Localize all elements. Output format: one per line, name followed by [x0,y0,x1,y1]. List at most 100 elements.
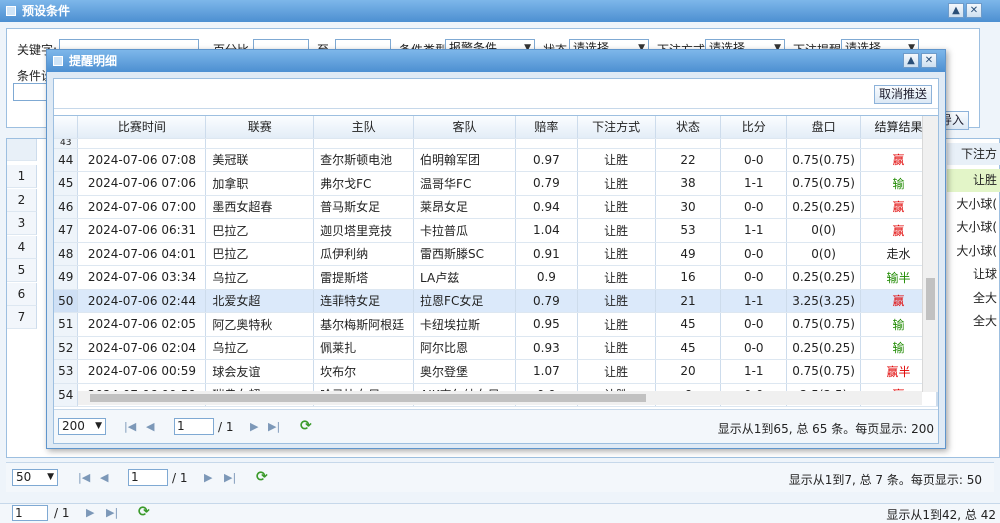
refresh-icon[interactable]: ⟳ [256,469,268,485]
outer-row-bet[interactable]: 让球 [947,263,1000,286]
outer-row-bet[interactable]: 大小球( [947,193,1000,216]
cell-home: 坎布尔 [313,359,415,384]
cell-bet: 让胜 [577,148,656,172]
cell-home: 迦贝塔里竞技 [313,218,415,243]
cell-league: 巴拉乙 [205,242,315,266]
next-page-icon[interactable]: ▶ [250,420,258,433]
table-row[interactable]: 51 2024-07-06 02:05 阿乙奥特秋 基尔梅斯阿根廷 卡纽埃拉斯 0.95 让… [54,312,938,337]
table-row[interactable]: 48 2024-07-06 04:01 巴拉乙 瓜伊利纳 雷西斯滕SC 0.91 让胜 49 0… [54,242,938,266]
table-row[interactable]: 50 2024-07-06 02:44 北爱女超 连菲特女足 拉恩FC女足 0.79 让胜 2… [54,289,938,313]
dialog-page-input[interactable]: 1 [174,418,214,435]
dialog-title-bar[interactable]: 提醒明细 ▲ ✕ [47,50,945,72]
cell-league: 阿乙奥特秋 [205,312,315,337]
cell-away: 温哥华FC [413,171,516,196]
cell-bet: 让胜 [577,242,656,266]
last-page-icon[interactable]: ▶| [106,506,118,519]
outer-row-number: 1 [7,165,37,188]
last-page-icon[interactable]: ▶| [224,471,236,484]
outer-row-bet[interactable]: 大小球( [947,240,1000,263]
outer-page-total: / 1 [172,471,188,485]
table-row[interactable]: 49 2024-07-06 03:34 乌拉乙 雷提斯塔 LA卢兹 0.9 让胜 16 0-0 0… [54,265,938,290]
last-page-icon[interactable]: ▶| [268,420,280,433]
table-cell [577,138,656,149]
outer-row-bet[interactable]: 全大 [947,310,1000,333]
row-number: 46 [54,195,79,219]
column-header[interactable]: 状态 [655,116,722,139]
dialog-pager: 200 ▼ |◀ ◀ 1 / 1 ▶ ▶| ⟳ 显示从1到65, 总 65 条。每… [54,409,938,443]
cell-score: 0-0 [720,148,788,172]
outer-row-bet[interactable]: 全大 [947,287,1000,310]
bottom-page-input[interactable]: 1 [12,505,48,521]
row-number: 54 [54,383,79,407]
table-row[interactable]: 52 2024-07-06 02:04 乌拉乙 佩莱扎 阿尔比恩 0.93 让胜 45 0-0 0… [54,336,938,360]
cell-status: 45 [655,336,722,360]
cell-home: 瓜伊利纳 [313,242,415,266]
cell-away: 雷西斯滕SC [413,242,516,266]
cell-odds: 1.04 [515,218,578,243]
first-page-icon[interactable]: |◀ [78,471,90,484]
vertical-scrollbar[interactable] [922,116,938,392]
refresh-icon[interactable]: ⟳ [300,418,312,434]
dialog-close-button[interactable]: ✕ [921,53,937,68]
column-header[interactable]: 盘口 [786,116,862,139]
table-row[interactable]: 43 [54,138,938,149]
next-page-icon[interactable]: ▶ [86,506,94,519]
dialog-minimize-button[interactable]: ▲ [903,53,919,68]
outer-row-bet[interactable]: 大小球( [947,216,1000,239]
column-header[interactable]: 比赛时间 [77,116,207,139]
cell-odds: 0.94 [515,195,578,219]
column-header[interactable]: 比分 [720,116,788,139]
refresh-icon[interactable]: ⟳ [138,504,150,520]
cell-line: 0.75(0.75) [786,312,862,337]
cell-away: 卡纽埃拉斯 [413,312,516,337]
first-page-icon[interactable]: |◀ [124,420,136,433]
prev-page-icon[interactable]: ◀ [146,420,154,433]
column-header[interactable]: 主队 [313,116,415,139]
horizontal-scrollbar[interactable] [78,391,922,405]
prev-page-icon[interactable]: ◀ [100,471,108,484]
table-row[interactable]: 44 2024-07-06 07:08 美冠联 查尔斯顿电池 伯明翰军团 0.97 让胜 22… [54,148,938,172]
detail-grid: 比赛时间 联赛 主队 客队 赔率 下注方式 状态 比分 盘口 结算结果 43 44 2024-07-0… [54,115,938,407]
cell-score: 1-1 [720,359,788,384]
cell-bet: 让胜 [577,195,656,219]
column-header[interactable]: 下注方式 [577,116,656,139]
cell-league: 墨西女超春 [205,195,315,219]
dialog-pager-info: 显示从1到65, 总 65 条。每页显示: 200 [717,422,934,436]
next-page-icon[interactable]: ▶ [204,471,212,484]
outer-title-bar[interactable]: 预设条件 ▲ ✕ [0,0,1000,22]
row-number: 43 [54,138,79,149]
cell-odds: 0.91 [515,242,578,266]
outer-page-input[interactable]: 1 [128,469,168,486]
cell-line: 0.75(0.75) [786,171,862,196]
row-number: 48 [54,242,79,266]
column-header[interactable]: 联赛 [205,116,315,139]
cell-home: 普马斯女足 [313,195,415,219]
table-row[interactable]: 46 2024-07-06 07:00 墨西女超春 普马斯女足 莱昂女足 0.94 让胜 30… [54,195,938,219]
cell-bet: 让胜 [577,218,656,243]
dialog-body: 取消推送 比赛时间 联赛 主队 客队 赔率 下注方式 状态 比分 盘口 结算结果 43 44 2024… [53,78,939,444]
table-cell [313,138,415,149]
cell-league: 美冠联 [205,148,315,172]
column-header[interactable]: 客队 [413,116,516,139]
horizontal-scroll-thumb[interactable] [90,394,646,402]
cancel-push-button[interactable]: 取消推送 [873,85,932,104]
outer-page-size-select[interactable]: 50 ▼ [12,469,58,486]
cell-league: 乌拉乙 [205,265,315,290]
outer-row-bet[interactable]: 让胜 [947,169,1000,192]
cell-status: 38 [655,171,722,196]
close-button[interactable]: ✕ [966,3,982,18]
cell-league: 巴拉乙 [205,218,315,243]
vertical-scroll-thumb[interactable] [926,278,935,320]
column-header[interactable]: 赔率 [515,116,578,139]
table-cell [720,138,788,149]
condition-input[interactable] [13,83,47,101]
table-row[interactable]: 47 2024-07-06 06:31 巴拉乙 迦贝塔里竞技 卡拉普瓜 1.04 让胜 53 1… [54,218,938,243]
cell-away: 阿尔比恩 [413,336,516,360]
cell-time: 2024-07-06 03:34 [77,265,207,290]
table-row[interactable]: 45 2024-07-06 07:06 加拿职 弗尔戈FC 温哥华FC 0.79 让胜 38 1… [54,171,938,196]
minimize-button[interactable]: ▲ [948,3,964,18]
bottom-pager-info: 显示从1到42, 总 42 [886,508,996,522]
dialog-page-size-select[interactable]: 200 ▼ [58,418,106,435]
table-row[interactable]: 53 2024-07-06 00:59 球会友谊 坎布尔 奥尔登堡 1.07 让胜 20 1-1… [54,359,938,384]
cell-status: 16 [655,265,722,290]
